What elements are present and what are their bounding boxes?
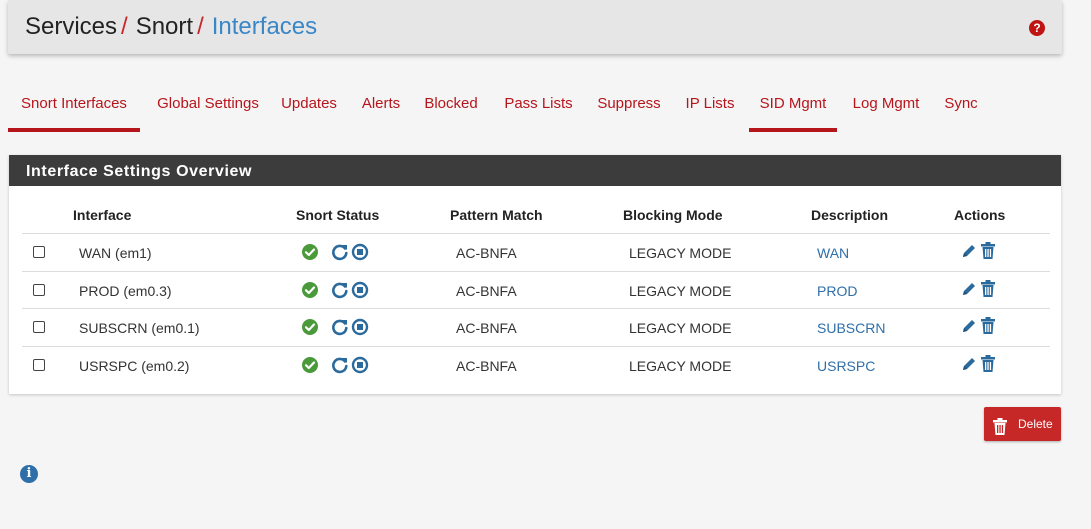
column-header-actions: Actions <box>954 207 1006 223</box>
page-header: Services / Snort / Interfaces ? <box>8 0 1062 54</box>
delete-trash-icon[interactable] <box>980 242 996 265</box>
delete-trash-icon[interactable] <box>980 317 996 340</box>
delete-trash-icon[interactable] <box>980 355 996 378</box>
restart-icon[interactable] <box>331 243 349 266</box>
interface-name: PROD (em0.3) <box>79 283 172 299</box>
trash-icon <box>992 415 1008 449</box>
stop-icon[interactable] <box>351 356 369 379</box>
breadcrumb-separator: / <box>121 13 128 40</box>
breadcrumb-separator: / <box>197 13 204 40</box>
breadcrumb: Services / Snort / Interfaces <box>25 13 317 41</box>
tab-blocked[interactable]: Blocked <box>419 86 483 132</box>
delete-button-label: Delete <box>1018 417 1053 431</box>
tab-global-settings[interactable]: Global Settings <box>148 86 268 132</box>
delete-button[interactable]: Delete <box>984 407 1061 441</box>
blocking-mode-value: LEGACY MODE <box>629 245 732 261</box>
tab-log-mgmt[interactable]: Log Mgmt <box>846 86 926 132</box>
restart-icon[interactable] <box>331 281 349 304</box>
tab-sid-mgmt[interactable]: SID Mgmt <box>749 86 837 132</box>
tab-ip-lists[interactable]: IP Lists <box>677 86 743 132</box>
table-row: PROD (em0.3) AC-BNFA LEGACY MODE PROD <box>22 271 1050 310</box>
status-running-icon <box>301 281 319 304</box>
breadcrumb-snort[interactable]: Snort <box>136 13 193 40</box>
table-row: USRSPC (em0.2) AC-BNFA LEGACY MODE USRSP… <box>22 346 1050 385</box>
blocking-mode-value: LEGACY MODE <box>629 320 732 336</box>
description-link[interactable]: USRSPC <box>817 358 875 374</box>
interface-name: SUBSCRN (em0.1) <box>79 320 200 336</box>
table-row: WAN (em1) AC-BNFA LEGACY MODE WAN <box>22 233 1050 272</box>
blocking-mode-value: LEGACY MODE <box>629 358 732 374</box>
column-header-pattern-match: Pattern Match <box>450 207 543 223</box>
blocking-mode-value: LEGACY MODE <box>629 283 732 299</box>
edit-pencil-icon[interactable] <box>960 242 978 265</box>
tab-suppress[interactable]: Suppress <box>592 86 666 132</box>
column-header-description: Description <box>811 207 889 223</box>
restart-icon[interactable] <box>331 318 349 341</box>
table-row: SUBSCRN (em0.1) AC-BNFA LEGACY MODE SUBS… <box>22 308 1050 347</box>
restart-icon[interactable] <box>331 356 349 379</box>
panel-title: Interface Settings Overview <box>9 155 1061 186</box>
interface-settings-panel: Interface Settings Overview Interface Sn… <box>9 155 1061 394</box>
row-select-checkbox[interactable] <box>33 284 45 296</box>
description-link[interactable]: WAN <box>817 245 849 261</box>
edit-pencil-icon[interactable] <box>960 317 978 340</box>
status-running-icon <box>301 356 319 379</box>
description-link[interactable]: SUBSCRN <box>817 320 885 336</box>
description-link[interactable]: PROD <box>817 283 857 299</box>
breadcrumb-services[interactable]: Services <box>25 13 117 40</box>
tab-updates[interactable]: Updates <box>275 86 343 132</box>
tab-sync[interactable]: Sync <box>939 86 983 132</box>
info-circle-icon[interactable]: i <box>20 465 38 483</box>
status-running-icon <box>301 243 319 266</box>
stop-icon[interactable] <box>351 281 369 304</box>
column-header-interface: Interface <box>73 207 132 223</box>
pattern-match-value: AC-BNFA <box>456 320 517 336</box>
pattern-match-value: AC-BNFA <box>456 245 517 261</box>
tab-snort-interfaces[interactable]: Snort Interfaces <box>8 86 140 132</box>
interface-name: USRSPC (em0.2) <box>79 358 190 374</box>
question-circle-icon[interactable]: ? <box>1029 20 1045 36</box>
row-select-checkbox[interactable] <box>33 359 45 371</box>
tab-pass-lists[interactable]: Pass Lists <box>496 86 581 132</box>
row-select-checkbox[interactable] <box>33 246 45 258</box>
stop-icon[interactable] <box>351 318 369 341</box>
edit-pencil-icon[interactable] <box>960 355 978 378</box>
stop-icon[interactable] <box>351 243 369 266</box>
column-header-snort-status: Snort Status <box>296 207 380 223</box>
tab-alerts[interactable]: Alerts <box>355 86 407 132</box>
interface-name: WAN (em1) <box>79 245 152 261</box>
edit-pencil-icon[interactable] <box>960 280 978 303</box>
column-header-blocking-mode: Blocking Mode <box>623 207 723 223</box>
status-running-icon <box>301 318 319 341</box>
pattern-match-value: AC-BNFA <box>456 283 517 299</box>
row-select-checkbox[interactable] <box>33 321 45 333</box>
pattern-match-value: AC-BNFA <box>456 358 517 374</box>
breadcrumb-interfaces[interactable]: Interfaces <box>212 13 317 40</box>
delete-trash-icon[interactable] <box>980 280 996 303</box>
